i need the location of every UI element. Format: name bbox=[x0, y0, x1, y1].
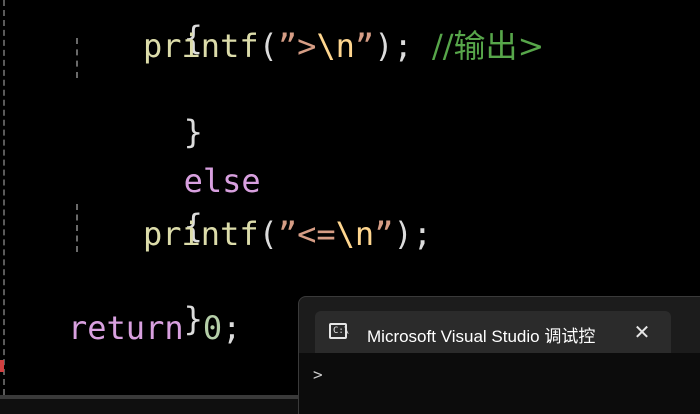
semicolon: ; bbox=[222, 309, 242, 347]
code-line-printf-greater: printf(”>\n”); //输出> bbox=[143, 26, 544, 66]
breakpoint-marker bbox=[0, 360, 4, 372]
terminal-icon-glyph: C:\ bbox=[333, 326, 350, 336]
function-name: printf bbox=[143, 27, 259, 65]
escape-sequence: \n bbox=[316, 27, 355, 65]
debug-console-window[interactable]: C:\ Microsoft Visual Studio 调试控 ✕ > bbox=[298, 296, 700, 414]
close-icon[interactable]: ✕ bbox=[629, 319, 655, 345]
code-line-return: return 0; bbox=[68, 308, 241, 348]
console-tab-title: Microsoft Visual Studio 调试控 bbox=[367, 327, 596, 346]
code-line-brace-close-2: } bbox=[68, 259, 203, 338]
code-line-brace-close: } bbox=[68, 72, 203, 151]
console-tab[interactable]: C:\ Microsoft Visual Studio 调试控 ✕ bbox=[315, 311, 671, 353]
string-literal: ”<= bbox=[277, 215, 336, 253]
string-literal-end: ” bbox=[374, 215, 394, 253]
outline-margin bbox=[3, 0, 5, 395]
terminal-icon: C:\ bbox=[329, 323, 350, 339]
paren-close-semicolon: ); bbox=[393, 215, 432, 253]
return-value: 0 bbox=[202, 309, 223, 347]
code-comment: //输出> bbox=[431, 27, 545, 65]
paren-open: ( bbox=[258, 215, 278, 253]
string-literal-end: ” bbox=[354, 27, 375, 65]
return-keyword: return bbox=[68, 309, 184, 347]
code-line-else: else bbox=[68, 121, 261, 200]
paren-close-semicolon: ); bbox=[374, 27, 413, 65]
console-output-text: > bbox=[313, 365, 323, 384]
screen: { printf(”>\n”); //输出> } else { printf(”… bbox=[0, 0, 700, 414]
paren-open: ( bbox=[258, 27, 278, 65]
code-line-printf-less-equal: printf(”<=\n”); bbox=[143, 214, 432, 254]
escape-sequence: \n bbox=[335, 215, 375, 253]
code-line-brace-open: { bbox=[68, 0, 203, 57]
string-literal: ”> bbox=[277, 27, 317, 65]
console-output[interactable]: > bbox=[299, 353, 700, 414]
function-name: printf bbox=[143, 215, 259, 253]
code-line-brace-open-2: { bbox=[68, 166, 203, 245]
